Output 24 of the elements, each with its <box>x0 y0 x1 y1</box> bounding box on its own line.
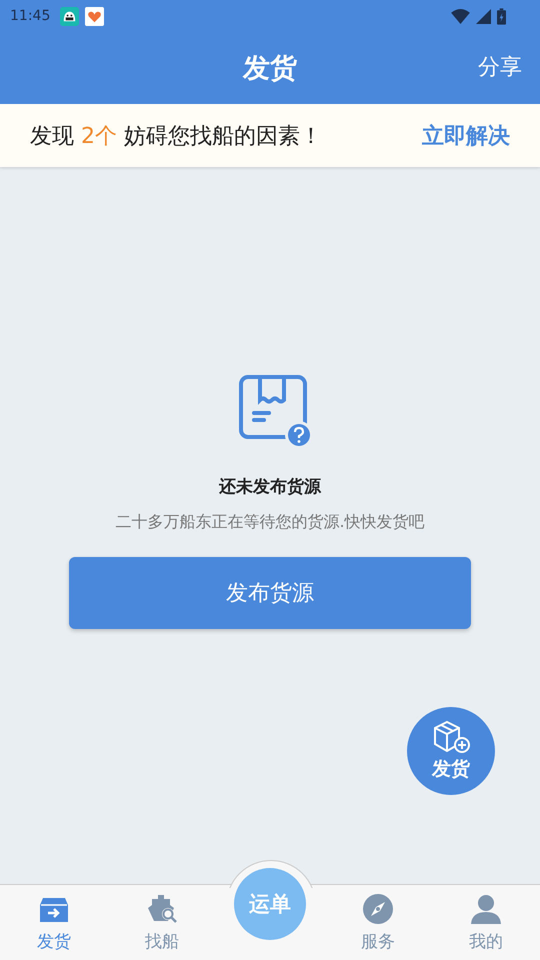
compass-icon <box>363 894 393 924</box>
battery-icon <box>497 8 506 24</box>
nav-tab[interactable]: 服务 <box>324 885 432 960</box>
box-plus-icon <box>431 720 471 754</box>
publish-button[interactable]: 发布货源 <box>69 557 471 629</box>
page-title: 发货 <box>243 52 297 86</box>
wifi-icon <box>451 8 470 24</box>
nav-tab[interactable]: 我的 <box>432 885 540 960</box>
robot-app-icon <box>60 6 80 26</box>
nav-tab[interactable]: 发货 <box>0 885 108 960</box>
ship-cargo-button[interactable]: 发货 <box>407 707 495 795</box>
signal-icon <box>476 8 491 24</box>
share-button[interactable]: 分享 <box>478 52 522 82</box>
user-icon <box>470 894 502 924</box>
box-arrow-icon <box>39 896 69 924</box>
status-time: 11:45 <box>10 8 50 24</box>
nav-tab[interactable]: 找船 <box>108 885 216 960</box>
empty-title: 还未发布货源 <box>219 476 321 498</box>
ship-search-icon <box>146 894 178 924</box>
heart-app-icon <box>85 6 104 26</box>
banner-message: 发现 2个 妨碍您找船的因素！ <box>30 122 322 150</box>
empty-message: 二十多万船东正在等待您的货源.快快发货吧 <box>115 512 425 533</box>
waybill-tab[interactable]: 运单 <box>234 868 306 940</box>
resolve-link[interactable]: 立即解决 <box>422 120 510 150</box>
